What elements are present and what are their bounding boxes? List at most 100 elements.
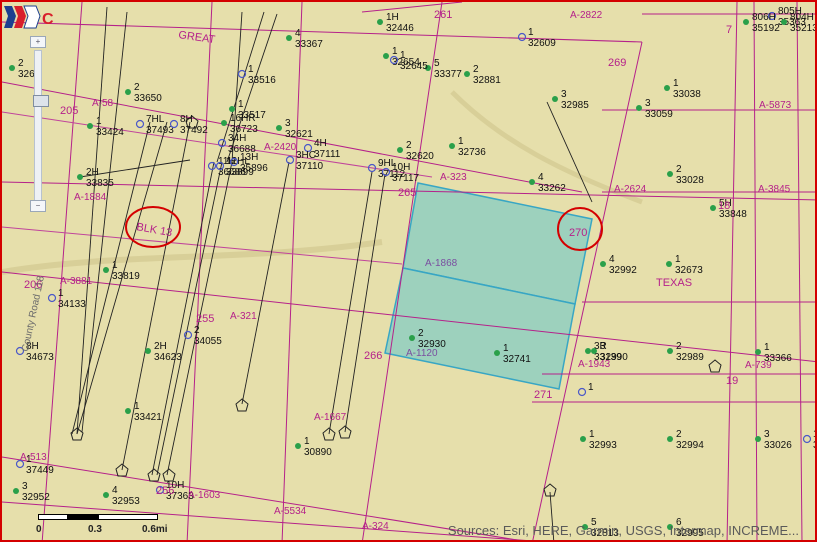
well-dot-icon[interactable] xyxy=(229,106,235,112)
well-api-number: 33028 xyxy=(676,175,704,186)
well-dot-icon[interactable] xyxy=(667,348,673,354)
well-number: 4H xyxy=(314,138,327,149)
abstract-label: A-513 xyxy=(20,452,47,463)
well-dot-icon[interactable] xyxy=(591,348,597,354)
abstract-label: A-1120 xyxy=(406,348,438,359)
well-number: 1H xyxy=(386,12,399,23)
well-dot-icon[interactable] xyxy=(125,408,131,414)
well-number: 2 xyxy=(406,140,412,151)
abstract-label: A-5873 xyxy=(759,100,792,111)
well-dot-icon[interactable] xyxy=(755,436,761,442)
well-api-number: 33421 xyxy=(134,412,162,423)
well-dot-icon[interactable] xyxy=(781,19,787,25)
well-number: 2H xyxy=(154,341,167,352)
well-api-number: 34623 xyxy=(154,352,182,363)
well-dot-icon[interactable] xyxy=(145,348,151,354)
well-number: 1 xyxy=(400,50,406,61)
well-number: 2 xyxy=(676,164,682,175)
well-api-number: 37117 xyxy=(392,173,420,184)
well-number: 3 xyxy=(645,98,651,109)
abstract-label: A-1603 xyxy=(188,490,221,501)
well-dot-icon[interactable] xyxy=(409,335,415,341)
well-dot-icon[interactable] xyxy=(13,488,19,494)
well-number: 1 xyxy=(96,116,102,127)
well-dot-icon[interactable] xyxy=(580,436,586,442)
well-number: 1 xyxy=(304,436,310,447)
well-number: 2 xyxy=(676,429,682,440)
well-number: 34H xyxy=(228,133,246,144)
well-dot-icon[interactable] xyxy=(286,35,292,41)
zoom-slider[interactable]: + − xyxy=(30,36,49,212)
section-number-label: 205 xyxy=(60,105,78,117)
well-number: 2 xyxy=(473,64,479,75)
well-dot-icon[interactable] xyxy=(383,53,389,59)
well-api-number: 37449 xyxy=(26,465,54,476)
well-dot-icon[interactable] xyxy=(664,85,670,91)
well-dot-icon[interactable] xyxy=(636,105,642,111)
well-api-number: 32952 xyxy=(22,492,50,503)
well-dot-icon[interactable] xyxy=(585,348,591,354)
abstract-label: A-2822 xyxy=(570,10,603,21)
section-number-label: 265 xyxy=(398,187,416,199)
well-api-number: 33367 xyxy=(295,39,323,50)
well-number: 1 xyxy=(588,382,594,393)
well-api-number: 33819 xyxy=(112,271,140,282)
well-api-number: 31066 xyxy=(813,440,817,451)
abstract-label: A-1943 xyxy=(578,359,611,370)
well-number: 10H xyxy=(392,162,410,173)
well-api-number: 33262 xyxy=(538,183,566,194)
well-dot-icon[interactable] xyxy=(87,123,93,129)
abstract-label: A-1884 xyxy=(74,192,107,203)
well-api-number: 33516 xyxy=(248,75,276,86)
well-number: 2 xyxy=(18,58,24,69)
well-api-number: 32989 xyxy=(676,352,704,363)
well-dot-icon[interactable] xyxy=(743,19,749,25)
well-api-number: 32621 xyxy=(285,129,313,140)
well-dot-icon[interactable] xyxy=(295,443,301,449)
abstract-label: A-2624 xyxy=(614,184,647,195)
well-number: 3 xyxy=(600,341,606,352)
scale-segment xyxy=(98,514,158,520)
well-dot-icon[interactable] xyxy=(103,492,109,498)
well-dot-icon[interactable] xyxy=(667,171,673,177)
section-number-label: 269 xyxy=(608,57,626,69)
scale-segment xyxy=(68,514,98,520)
abstract-label: A-2420 xyxy=(264,142,297,153)
well-dot-icon[interactable] xyxy=(755,349,761,355)
well-dot-icon[interactable] xyxy=(464,71,470,77)
well-number: 7HL xyxy=(146,114,165,125)
well-dot-icon[interactable] xyxy=(552,96,558,102)
well-dot-icon[interactable] xyxy=(103,267,109,273)
zoom-in-button[interactable]: + xyxy=(30,36,46,48)
well-dot-icon[interactable] xyxy=(276,125,282,131)
section-number-label: 7 xyxy=(726,24,732,36)
section-number-label: 261 xyxy=(434,9,452,21)
well-dot-icon[interactable] xyxy=(666,261,672,267)
well-api-number: 37492 xyxy=(180,125,208,136)
well-dot-icon[interactable] xyxy=(600,261,606,267)
well-number: 1 xyxy=(112,260,118,271)
well-api-number: 34673 xyxy=(26,352,54,363)
well-dot-icon[interactable] xyxy=(710,205,716,211)
zoom-out-button[interactable]: − xyxy=(30,200,46,212)
map-canvas[interactable]: 232611H32446132654 5333771326451326092328… xyxy=(2,2,817,542)
well-api-number: 33424 xyxy=(96,127,124,138)
well-dot-icon[interactable] xyxy=(377,19,383,25)
zoom-track[interactable] xyxy=(33,50,49,202)
section-number-label: 270 xyxy=(569,227,587,239)
well-dot-icon[interactable] xyxy=(77,174,83,180)
well-dot-icon[interactable] xyxy=(125,89,131,95)
map-view[interactable]: 2 3261 1H 32446 1 32654 5 33377 1 32645 1 32609 2 328… xyxy=(0,0,817,542)
well-api-number: 32736 xyxy=(458,147,486,158)
well-dot-icon[interactable] xyxy=(9,65,15,71)
well-dot-icon[interactable] xyxy=(494,350,500,356)
well-dot-icon[interactable] xyxy=(449,143,455,149)
well-dot-icon[interactable] xyxy=(667,436,673,442)
well-api-number: 34133 xyxy=(58,299,86,310)
well-dot-icon[interactable] xyxy=(529,179,535,185)
well-dot-icon[interactable] xyxy=(397,147,403,153)
rrc-logo-icon: C xyxy=(4,5,54,29)
well-api-number: 32994 xyxy=(676,440,704,451)
well-dot-icon[interactable] xyxy=(221,120,227,126)
zoom-handle[interactable] xyxy=(33,95,49,107)
